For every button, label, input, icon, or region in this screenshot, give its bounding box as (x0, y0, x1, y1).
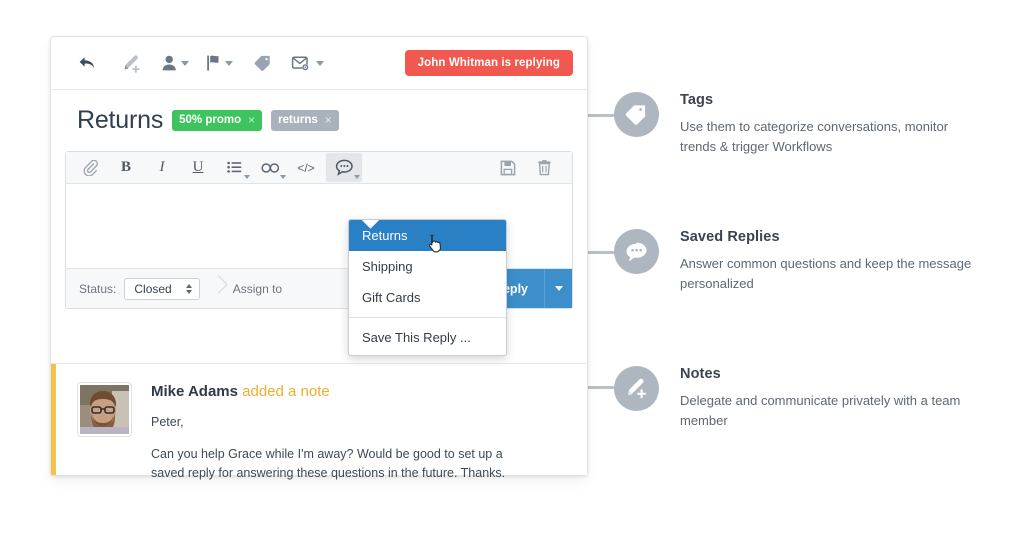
action-toolbar: John Whitman is replying (51, 37, 587, 90)
stepper-arrows-icon (185, 283, 192, 294)
saved-replies-button[interactable] (326, 153, 362, 182)
callout-title: Notes (680, 366, 721, 382)
avatar (78, 383, 131, 436)
callout-tags: Tags Use them to categorize conversation… (614, 92, 980, 157)
note-author: Mike Adams (151, 383, 238, 400)
tag-remove-icon[interactable]: × (248, 113, 255, 127)
callout-text: Saved Replies Answer common questions an… (680, 229, 980, 294)
save-draft-icon[interactable] (490, 153, 526, 182)
menu-item-save-this-reply[interactable]: Save This Reply ... (349, 322, 506, 355)
callout-saved-replies: Saved Replies Answer common questions an… (614, 229, 980, 294)
note-greeting: Peter, (151, 415, 184, 429)
note-pencil-icon (614, 366, 659, 411)
chevron-down-icon (315, 60, 324, 66)
callout-description: Answer common questions and keep the mes… (680, 256, 972, 291)
callout-title: Saved Replies (680, 229, 780, 245)
send-options-button[interactable] (544, 269, 572, 308)
editor-toolbar: B I U </> (66, 152, 572, 184)
callout-notes: Notes Delegate and communicate privately… (614, 366, 980, 431)
menu-item-shipping[interactable]: Shipping (349, 251, 506, 282)
status-select[interactable]: Closed (124, 277, 200, 300)
underline-button[interactable]: U (180, 153, 216, 182)
chevron-down-icon (354, 175, 360, 179)
step-separator-icon (212, 269, 225, 308)
note-content: Mike Adams added a note Peter, Can you h… (151, 383, 561, 480)
flag-icon[interactable] (197, 45, 241, 81)
tag-chip-returns[interactable]: returns × (271, 110, 339, 131)
callout-description: Delegate and communicate privately with … (680, 393, 961, 428)
note-accent-bar (51, 364, 56, 475)
status-value: Closed (134, 281, 172, 296)
note-heading: Mike Adams added a note (151, 383, 531, 400)
menu-item-gift-cards[interactable]: Gift Cards (349, 282, 506, 313)
page-title: Returns (77, 106, 164, 134)
chevron-down-icon (224, 60, 233, 66)
screenshot-root: John Whitman is replying Returns 50% pro… (0, 0, 1024, 540)
italic-button[interactable]: I (144, 153, 180, 182)
attachment-icon[interactable] (72, 153, 108, 182)
tag-label: 50% promo (179, 114, 242, 126)
replying-status-badge[interactable]: John Whitman is replying (404, 50, 573, 76)
reply-icon[interactable] (65, 45, 109, 81)
link-button[interactable] (252, 153, 288, 182)
tag-chip-promo[interactable]: 50% promo × (172, 110, 263, 131)
callout-title: Tags (680, 92, 714, 108)
speech-bubble-icon (614, 229, 659, 274)
saved-replies-menu: Returns Shipping Gift Cards Save This Re… (348, 219, 507, 356)
assign-person-icon[interactable] (153, 45, 197, 81)
conversation-header: Returns 50% promo × returns × (51, 90, 587, 147)
menu-divider (349, 317, 506, 318)
chevron-down-icon (181, 60, 189, 66)
delete-draft-icon[interactable] (526, 153, 562, 182)
assign-to-label[interactable]: Assign to (233, 282, 282, 296)
tag-label: returns (278, 114, 318, 126)
code-button[interactable]: </> (288, 153, 324, 182)
note-text: Can you help Grace while I'm away? Would… (151, 447, 506, 480)
tag-icon (614, 92, 659, 137)
callout-text: Notes Delegate and communicate privately… (680, 366, 980, 431)
status-label: Status: (79, 281, 117, 296)
bold-button[interactable]: B (108, 153, 144, 182)
tag-remove-icon[interactable]: × (325, 113, 332, 127)
add-note-icon[interactable] (109, 45, 153, 81)
conversation-panel: John Whitman is replying Returns 50% pro… (50, 36, 588, 480)
note-action: added a note (242, 383, 330, 400)
callout-description: Use them to categorize conversations, mo… (680, 119, 949, 154)
list-button[interactable] (216, 153, 252, 182)
email-settings-icon[interactable] (285, 45, 329, 81)
tag-icon[interactable] (241, 45, 285, 81)
callout-text: Tags Use them to categorize conversation… (680, 92, 980, 157)
note-entry: Mike Adams added a note Peter, Can you h… (51, 363, 587, 480)
chevron-down-icon (280, 175, 286, 179)
chevron-down-icon (244, 175, 250, 179)
